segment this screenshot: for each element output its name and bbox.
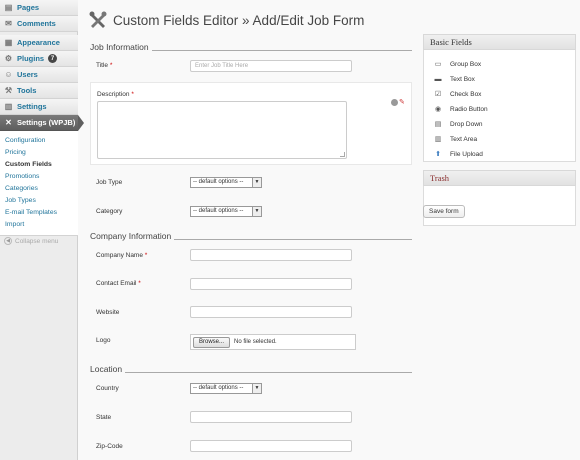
basic-fields-title: Basic Fields bbox=[423, 34, 576, 50]
menu-pages[interactable]: ▤ Pages bbox=[0, 0, 78, 16]
admin-sidebar: ▤ Pages ✉ Comments ▦ Appearance ⚙ Plugins 7 ☺… bbox=[0, 0, 84, 460]
field-text-box[interactable]: ▬ Text Box bbox=[434, 73, 475, 85]
drop-down-icon: ▤ bbox=[434, 121, 442, 128]
country-label: Country bbox=[96, 385, 119, 392]
website-input[interactable] bbox=[190, 306, 352, 318]
edit-pencil-icon[interactable]: ✎ bbox=[399, 99, 407, 107]
trash-title: Trash bbox=[423, 170, 576, 186]
radio-button-icon: ◉ bbox=[434, 106, 442, 113]
check-box-icon: ☑ bbox=[434, 91, 442, 98]
menu-appearance[interactable]: ▦ Appearance bbox=[0, 35, 78, 51]
contact-email-input[interactable] bbox=[190, 278, 352, 290]
field-drop-down[interactable]: ▤ Drop Down bbox=[434, 118, 483, 130]
section-location: Location bbox=[90, 364, 412, 376]
chevron-down-icon: ▼ bbox=[252, 178, 261, 187]
submenu-pricing[interactable]: Pricing bbox=[5, 147, 78, 159]
submenu-categories[interactable]: Categories bbox=[5, 183, 78, 195]
chevron-down-icon: ▼ bbox=[252, 207, 261, 216]
contact-email-label: Contact Email * bbox=[96, 280, 141, 287]
description-textarea[interactable] bbox=[97, 101, 347, 159]
state-label: State bbox=[96, 414, 112, 421]
page-title: Custom Fields Editor » Add/Edit Job Form bbox=[113, 12, 365, 28]
logo-label: Logo bbox=[96, 337, 111, 344]
text-box-icon: ▬ bbox=[434, 75, 442, 83]
submenu-job-types[interactable]: Job Types bbox=[5, 195, 78, 207]
submenu-import[interactable]: Import bbox=[5, 219, 78, 231]
settings-circle-icon[interactable] bbox=[391, 99, 398, 106]
tools-cross-icon bbox=[89, 11, 107, 28]
zip-code-label: Zip-Code bbox=[96, 443, 123, 450]
menu-settings[interactable]: ▥ Settings bbox=[0, 99, 78, 115]
category-label: Category bbox=[96, 208, 123, 215]
website-label: Website bbox=[96, 309, 120, 316]
browse-button[interactable]: Browse... bbox=[193, 336, 231, 348]
field-group-box[interactable]: ▭ Group Box bbox=[434, 58, 481, 70]
basic-fields-list: ▭ Group Box ▬ Text Box ☑ Check Box ◉ Radio B… bbox=[423, 50, 576, 162]
menu-plugins[interactable]: ⚙ Plugins 7 bbox=[0, 51, 78, 67]
category-select[interactable]: -- default options -- ▼ bbox=[190, 206, 262, 217]
text-area-icon: ▥ bbox=[434, 136, 442, 143]
submenu-configuration[interactable]: Configuration bbox=[5, 135, 78, 147]
page-header: Custom Fields Editor » Add/Edit Job Form bbox=[89, 10, 364, 30]
settings-icon: ▥ bbox=[4, 102, 13, 111]
wpjb-submenu: Configuration Pricing Custom Fields Prom… bbox=[0, 131, 78, 236]
section-company-information: Company Information bbox=[90, 231, 412, 243]
title-label: Title * bbox=[96, 62, 113, 69]
field-check-box[interactable]: ☑ Check Box bbox=[434, 88, 482, 100]
company-name-input[interactable] bbox=[190, 249, 352, 261]
collapse-menu-button[interactable]: ◀ Collapse menu bbox=[4, 237, 58, 245]
state-input[interactable] bbox=[190, 411, 352, 423]
collapse-arrow-icon: ◀ bbox=[4, 237, 12, 245]
section-job-information: Job Information bbox=[90, 42, 412, 54]
field-radio-button[interactable]: ◉ Radio Button bbox=[434, 103, 488, 115]
logo-file-input: Browse... No file selected. bbox=[190, 334, 356, 350]
tools-icon: ⚒ bbox=[4, 86, 13, 95]
no-file-text: No file selected. bbox=[234, 339, 277, 345]
fields-palette: Basic Fields ▭ Group Box ▬ Text Box ☑ Check… bbox=[423, 34, 576, 226]
group-box-icon: ▭ bbox=[434, 61, 442, 68]
users-icon: ☺ bbox=[4, 70, 13, 79]
description-label: Description * bbox=[97, 91, 134, 98]
field-file-upload[interactable]: ⬆ File Upload bbox=[434, 148, 483, 160]
plugins-icon: ⚙ bbox=[4, 54, 13, 63]
menu-settings-wpjb[interactable]: ✕ Settings (WPJB) bbox=[0, 115, 84, 131]
description-row: Description * ✎ bbox=[90, 82, 412, 165]
appearance-icon: ▦ bbox=[4, 38, 13, 47]
plugins-update-badge: 7 bbox=[48, 54, 58, 63]
save-form-button[interactable]: Save form bbox=[423, 205, 465, 218]
row-actions: ✎ bbox=[391, 99, 407, 107]
job-type-label: Job Type bbox=[96, 179, 123, 186]
menu-tools[interactable]: ⚒ Tools bbox=[0, 83, 78, 99]
submenu-promotions[interactable]: Promotions bbox=[5, 171, 78, 183]
job-type-select[interactable]: -- default options -- ▼ bbox=[190, 177, 262, 188]
menu-users[interactable]: ☺ Users bbox=[0, 67, 78, 83]
country-select[interactable]: -- default options -- ▼ bbox=[190, 383, 262, 394]
comments-icon: ✉ bbox=[5, 19, 12, 28]
field-text-area[interactable]: ▥ Text Area bbox=[434, 133, 477, 145]
file-upload-icon: ⬆ bbox=[435, 151, 441, 158]
company-name-label: Company Name * bbox=[96, 252, 148, 259]
title-input[interactable]: Enter Job Title Here bbox=[190, 60, 352, 72]
wpjb-settings-icon: ✕ bbox=[5, 118, 12, 127]
menu-comments[interactable]: ✉ Comments bbox=[0, 16, 78, 32]
submenu-custom-fields[interactable]: Custom Fields bbox=[5, 159, 78, 171]
pages-icon: ▤ bbox=[4, 3, 13, 12]
chevron-down-icon: ▼ bbox=[252, 384, 261, 393]
submenu-email-templates[interactable]: E-mail Templates bbox=[5, 207, 78, 219]
zip-code-input[interactable] bbox=[190, 440, 352, 452]
